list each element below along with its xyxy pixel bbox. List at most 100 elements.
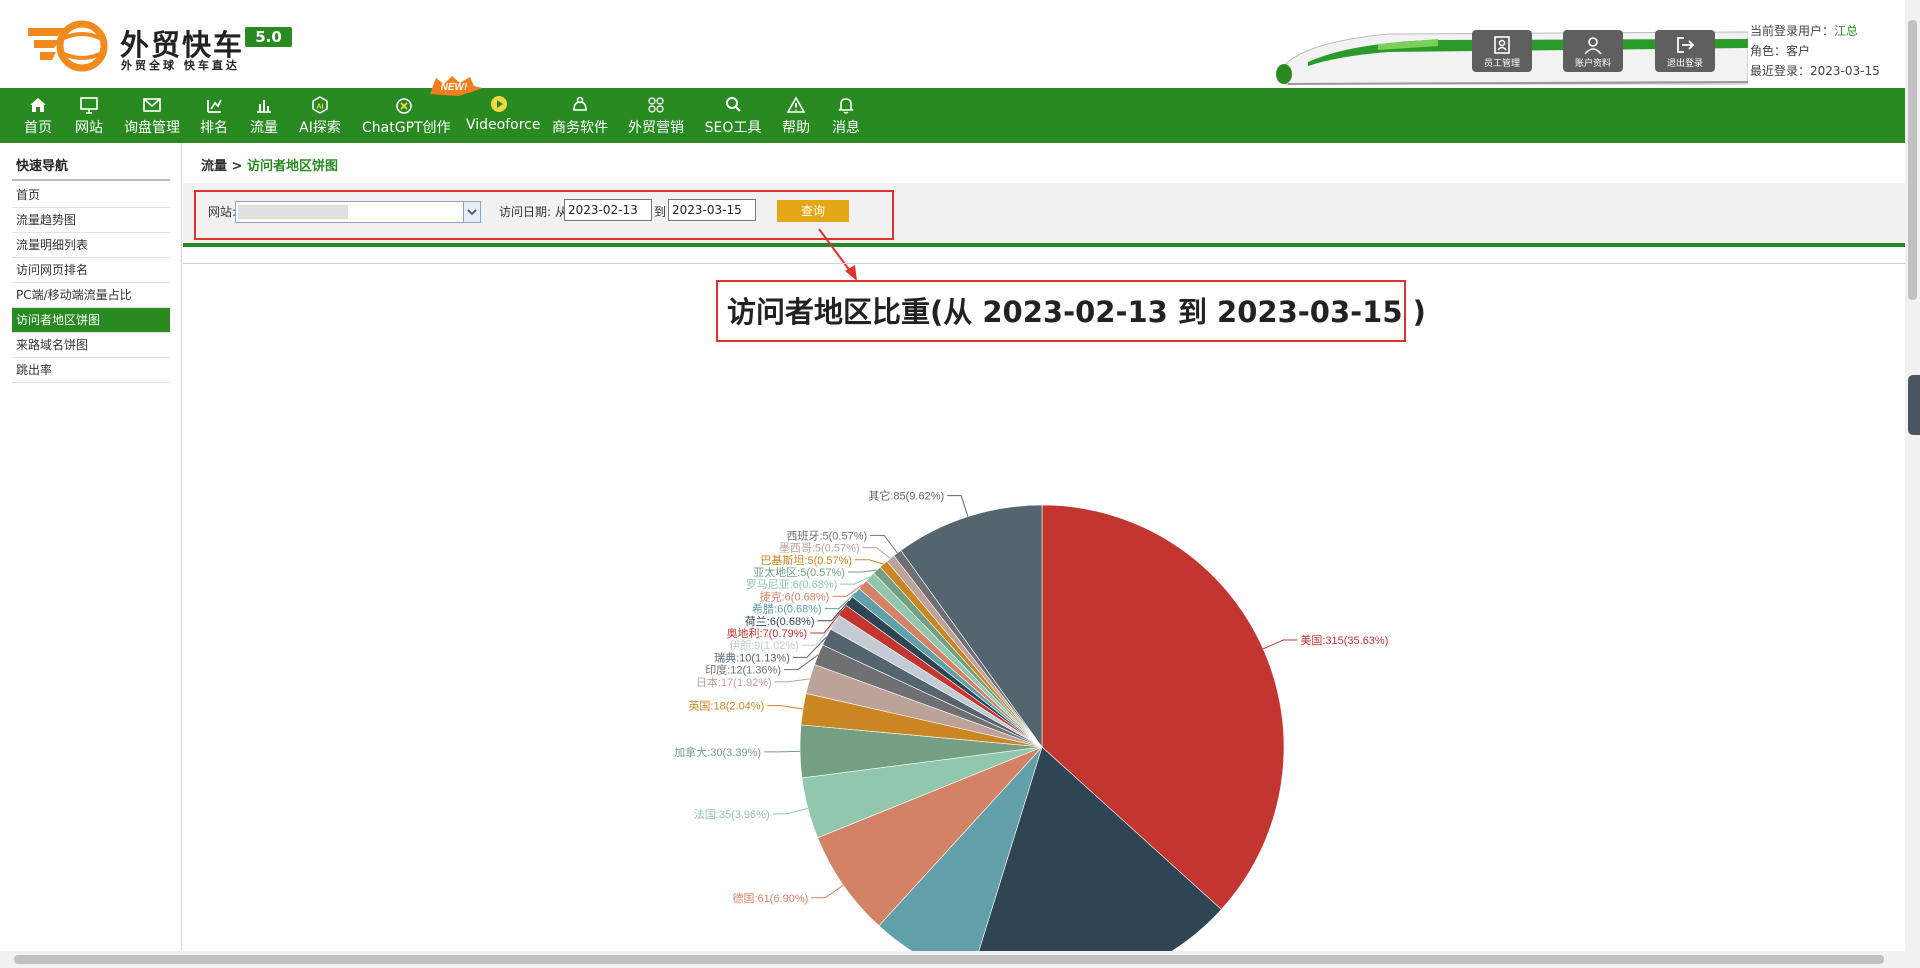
pie-slice-label: 日本:17(1.92%) xyxy=(696,675,772,689)
pie-slice-label: 瑞典:10(1.13%) xyxy=(714,650,790,664)
nav-home-label: 首页 xyxy=(24,120,52,136)
nav-business-software[interactable]: 商务软件 xyxy=(552,88,608,143)
pie-slice-label: 加拿大:30(3.39%) xyxy=(674,745,761,759)
nav-traffic-label: 流量 xyxy=(250,120,278,136)
mail-icon xyxy=(143,98,161,112)
pie-label-line xyxy=(1263,639,1298,650)
pie-slice-label: 荷兰:6(0.68%) xyxy=(745,615,815,628)
vertical-scrollbar-thumb[interactable] xyxy=(1908,20,1917,300)
svg-text:AI: AI xyxy=(317,104,324,111)
pie-slice-label: 印度:12(1.36%) xyxy=(705,663,781,677)
main-content: 流量 > 访问者地区饼图 网站: 访问日期: 从 2023-02-13 到 20… xyxy=(183,143,1905,951)
last-login: 最近登录：2023-03-15 xyxy=(1750,64,1880,78)
sidebar-item-device-share[interactable]: PC端/移动端流量占比 xyxy=(12,283,170,308)
nav-website[interactable]: 网站 xyxy=(73,88,105,143)
nav-marketing-label: 外贸营销 xyxy=(628,120,684,136)
nav-inquiry[interactable]: 询盘管理 xyxy=(124,88,180,143)
bell-icon xyxy=(838,98,854,114)
staff-icon xyxy=(1494,36,1510,54)
pie-slice-label: 美国:315(35.63%) xyxy=(1300,634,1388,647)
pie-slice-label: 其它:85(9.62%) xyxy=(868,489,944,503)
staff-management-button[interactable]: 员工管理 xyxy=(1472,30,1532,72)
pie-slice-label: 墨西哥:5(0.57%) xyxy=(779,542,860,555)
pie-slice-label: 希腊:6(0.68%) xyxy=(752,602,822,616)
nav-traffic[interactable]: 流量 xyxy=(249,88,279,143)
sidebar-item-referrer-pie[interactable]: 来路域名饼图 xyxy=(12,333,170,358)
nav-chatgpt-label: ChatGPT创作 xyxy=(362,120,451,136)
nav-videoforce-label: Videoforce xyxy=(466,117,541,133)
staff-management-label: 员工管理 xyxy=(1483,59,1520,69)
nav-marketing[interactable]: 外贸营销 xyxy=(628,88,684,143)
main-nav: 首页 网站 询盘管理 排名 流量 AI AI探索 ChatGPT创作 Video xyxy=(0,88,1905,143)
pie-slice-label: 西班牙:5(0.57%) xyxy=(786,529,867,542)
sidebar-item-traffic-detail[interactable]: 流量明细列表 xyxy=(12,233,170,258)
pie-label-line xyxy=(855,559,884,565)
sidebar-item-page-ranking[interactable]: 访问网页排名 xyxy=(12,258,170,283)
nav-website-label: 网站 xyxy=(75,120,103,136)
nav-ranking[interactable]: 排名 xyxy=(199,88,229,143)
nav-seo-tools[interactable]: SEO工具 xyxy=(704,88,762,143)
logo-icon xyxy=(28,20,108,72)
user-info: 当前登录用户：江总 角色：客户 最近登录：2023-03-15 xyxy=(1750,21,1880,81)
pie-slice-label: 巴基斯坦:5(0.57%) xyxy=(760,553,852,567)
pie-label-line xyxy=(774,678,810,683)
logout-icon xyxy=(1677,37,1695,53)
sidebar-title: 快速导航 xyxy=(12,151,170,181)
nav-help[interactable]: 帮助 xyxy=(781,88,811,143)
current-user-name[interactable]: 江总 xyxy=(1834,24,1858,38)
logout-button[interactable]: 退出登录 xyxy=(1655,30,1715,72)
version-badge: 5.0 xyxy=(245,27,292,47)
sidebar-item-bounce-rate[interactable]: 跳出率 xyxy=(12,358,170,383)
user-role: 角色：客户 xyxy=(1750,44,1811,58)
account-info-button[interactable]: 账户资料 xyxy=(1563,30,1623,72)
sidebar-item-traffic-trend[interactable]: 流量趋势图 xyxy=(12,208,170,233)
pie-label-line xyxy=(767,705,804,710)
home-icon xyxy=(30,98,46,112)
pie-slice-label: 捷克:6(0.68%) xyxy=(760,589,830,603)
sidebar-list: 首页 流量趋势图 流量明细列表 访问网页排名 PC端/移动端流量占比 访问者地区… xyxy=(12,183,170,383)
pie-slice-label: 德国:61(6.90%) xyxy=(732,891,808,905)
chatgpt-icon xyxy=(396,98,412,114)
side-drawer-handle[interactable] xyxy=(1908,375,1920,435)
nav-messages[interactable]: 消息 xyxy=(831,88,861,143)
ai-icon: AI xyxy=(312,96,328,114)
nav-ai-explore[interactable]: AI AI探索 xyxy=(299,88,341,143)
nav-seo-tools-label: SEO工具 xyxy=(704,120,762,136)
app-root: 外贸快车 外贸全球 快车直达 5.0 员工管理 账户资料 退出登录 当前登录用户… xyxy=(0,0,1920,968)
pie-label-line xyxy=(847,569,877,573)
pie-slice-label: 英国:18(2.04%) xyxy=(688,699,764,713)
pie-slice-label: 亚太地区:5(0.57%) xyxy=(753,566,845,579)
new-badge-icon: NEW! xyxy=(430,76,482,96)
nav-ai-explore-label: AI探索 xyxy=(299,120,341,136)
nav-home[interactable]: 首页 xyxy=(22,88,54,143)
pie-label-line xyxy=(862,547,891,559)
monitor-icon xyxy=(80,97,98,114)
pie-label-line xyxy=(870,534,898,554)
sidebar-item-region-pie[interactable]: 访问者地区饼图 xyxy=(12,308,170,333)
brand-slogan: 外贸全球 快车直达 xyxy=(121,59,240,72)
nav-inquiry-label: 询盘管理 xyxy=(124,120,180,136)
help-icon xyxy=(786,96,806,113)
pie-slice-label: 伊朗:9(1.02%) xyxy=(729,639,799,652)
pie-label-line xyxy=(947,495,969,517)
pie-slice-label: 罗马尼亚:6(0.68%) xyxy=(746,578,838,591)
horizontal-scrollbar-thumb[interactable] xyxy=(14,955,1884,964)
pie-slice-label: 奥地利:7(0.79%) xyxy=(726,626,807,640)
user-icon xyxy=(1584,37,1602,55)
ranking-icon xyxy=(207,99,222,113)
bar-chart-icon xyxy=(257,100,271,113)
video-icon xyxy=(491,96,507,112)
sidebar-item-home[interactable]: 首页 xyxy=(12,183,170,208)
logout-label: 退出登录 xyxy=(1666,59,1703,69)
nav-help-label: 帮助 xyxy=(782,120,810,136)
software-icon xyxy=(573,96,587,111)
top-header: 外贸快车 外贸全球 快车直达 5.0 员工管理 账户资料 退出登录 当前登录用户… xyxy=(0,0,1905,88)
nav-ranking-label: 排名 xyxy=(200,120,228,136)
sidebar: 快速导航 首页 流量趋势图 流量明细列表 访问网页排名 PC端/移动端流量占比 … xyxy=(0,143,182,951)
new-badge-text: NEW! xyxy=(441,82,468,93)
current-user-label: 当前登录用户： xyxy=(1750,24,1835,38)
marketing-icon xyxy=(648,97,664,113)
pie-label-line xyxy=(811,884,844,899)
nav-business-software-label: 商务软件 xyxy=(552,120,608,136)
region-pie-chart: 其它:85(9.62%) 西班牙:5(0.57%)墨西哥:5(0.57%)巴基斯坦… xyxy=(674,489,1388,951)
